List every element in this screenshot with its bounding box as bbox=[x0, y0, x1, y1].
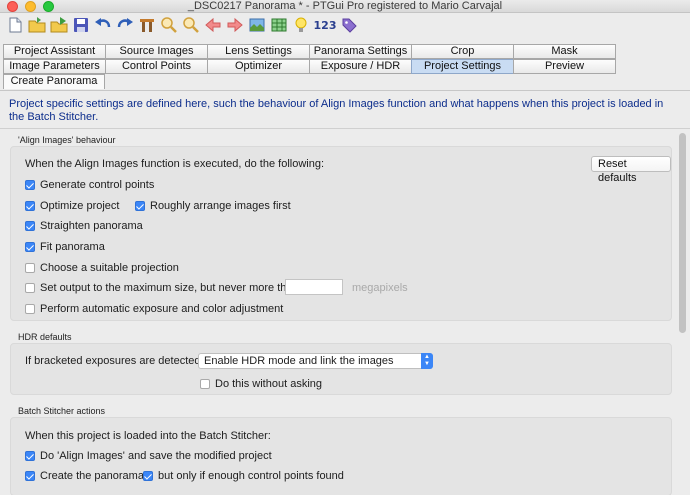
window-title: _DSC0217 Panorama * - PTGui Pro register… bbox=[187, 0, 503, 12]
only-if-enough-cp-checkbox[interactable]: but only if enough control points found bbox=[143, 470, 344, 482]
undo-icon[interactable] bbox=[93, 15, 113, 35]
megapixels-input[interactable] bbox=[285, 279, 343, 295]
tab-control-points[interactable]: Control Points bbox=[105, 59, 207, 74]
adjust-icon[interactable] bbox=[137, 15, 157, 35]
checkbox-unchecked[interactable] bbox=[25, 304, 35, 314]
hdr-mode-value: Enable HDR mode and link the images bbox=[204, 355, 394, 367]
tag-icon[interactable] bbox=[339, 15, 359, 35]
select-arrows-icon: ▲ ▼ bbox=[421, 353, 433, 369]
checkbox-label: Fit panorama bbox=[40, 241, 105, 253]
zoom-out-icon[interactable] bbox=[181, 15, 201, 35]
checkbox-checked[interactable] bbox=[143, 471, 153, 481]
redo-icon[interactable] bbox=[115, 15, 135, 35]
do-align-checkbox[interactable]: Do 'Align Images' and save the modified … bbox=[25, 450, 272, 462]
tab-crop[interactable]: Crop bbox=[411, 44, 513, 59]
tab-create-panorama[interactable]: Create Panorama bbox=[3, 74, 105, 89]
tab-lens-settings[interactable]: Lens Settings bbox=[207, 44, 309, 59]
tab-source-images[interactable]: Source Images bbox=[105, 44, 207, 59]
checkbox-label: Choose a suitable projection bbox=[40, 262, 179, 274]
generate-control-points-checkbox[interactable]: Generate control points bbox=[25, 179, 154, 191]
title-bar: _DSC0217 Panorama * - PTGui Pro register… bbox=[0, 0, 690, 13]
checkbox-label: but only if enough control points found bbox=[158, 470, 344, 482]
checkbox-label: Do this without asking bbox=[215, 378, 322, 390]
tab-preview[interactable]: Preview bbox=[513, 59, 616, 74]
tab-panorama-settings[interactable]: Panorama Settings bbox=[309, 44, 411, 59]
align-heading: When the Align Images function is execut… bbox=[25, 158, 325, 170]
align-section-label: 'Align Images' behaviour bbox=[18, 135, 116, 145]
checkbox-checked[interactable] bbox=[135, 201, 145, 211]
tab-project-settings[interactable]: Project Settings bbox=[411, 59, 513, 74]
checkbox-label: Create the panorama bbox=[40, 470, 144, 482]
checkbox-label: Generate control points bbox=[40, 179, 155, 191]
tab-image-parameters[interactable]: Image Parameters bbox=[3, 59, 105, 74]
checkbox-checked[interactable] bbox=[25, 221, 35, 231]
checkbox-checked[interactable] bbox=[25, 451, 35, 461]
open-folder-icon[interactable] bbox=[27, 15, 47, 35]
table-icon[interactable] bbox=[269, 15, 289, 35]
tab-project-assistant[interactable]: Project Assistant bbox=[3, 44, 105, 59]
lightbulb-icon[interactable] bbox=[291, 15, 311, 35]
checkbox-unchecked[interactable] bbox=[25, 263, 35, 273]
checkbox-checked[interactable] bbox=[25, 242, 35, 252]
project-settings-panel: Project specific settings are defined he… bbox=[0, 90, 690, 495]
optimize-project-checkbox[interactable]: Optimize project bbox=[25, 200, 119, 212]
hdr-mode-select[interactable]: Enable HDR mode and link the images ▲ ▼ bbox=[198, 353, 433, 369]
batch-heading: When this project is loaded into the Bat… bbox=[25, 430, 271, 442]
rough-arrange-checkbox[interactable]: Roughly arrange images first bbox=[135, 200, 291, 212]
reset-defaults-button[interactable]: Reset defaults bbox=[591, 156, 671, 184]
align-group: When the Align Images function is execut… bbox=[10, 146, 672, 321]
scrollbar-thumb[interactable] bbox=[679, 133, 686, 333]
previous-icon[interactable] bbox=[203, 15, 223, 35]
auto-exposure-checkbox[interactable]: Perform automatic exposure and color adj… bbox=[25, 303, 283, 315]
straighten-panorama-checkbox[interactable]: Straighten panorama bbox=[25, 220, 143, 232]
divider bbox=[0, 128, 690, 129]
zoom-in-icon[interactable] bbox=[159, 15, 179, 35]
checkbox-checked[interactable] bbox=[25, 471, 35, 481]
checkbox-label: Straighten panorama bbox=[40, 220, 143, 232]
checkbox-checked[interactable] bbox=[25, 201, 35, 211]
checkbox-label: Perform automatic exposure and color adj… bbox=[40, 303, 284, 315]
checkbox-label: Roughly arrange images first bbox=[150, 200, 291, 212]
create-panorama-checkbox[interactable]: Create the panorama bbox=[25, 470, 144, 482]
max-size-checkbox[interactable]: Set output to the maximum size, but neve… bbox=[25, 282, 299, 294]
tab-mask[interactable]: Mask bbox=[513, 44, 616, 59]
megapixels-label: megapixels bbox=[352, 282, 408, 294]
no-ask-checkbox[interactable]: Do this without asking bbox=[200, 378, 322, 390]
settings-description: Project specific settings are defined he… bbox=[9, 98, 664, 123]
panorama-editor-icon[interactable] bbox=[247, 15, 267, 35]
toolbar: 123 bbox=[0, 13, 690, 37]
checkbox-label: Optimize project bbox=[40, 200, 120, 212]
choose-projection-checkbox[interactable]: Choose a suitable projection bbox=[25, 262, 179, 274]
bracketed-label: If bracketed exposures are detected: bbox=[25, 355, 204, 367]
numbering-icon[interactable]: 123 bbox=[313, 15, 337, 35]
batch-section-label: Batch Stitcher actions bbox=[18, 406, 106, 416]
hdr-section-label: HDR defaults bbox=[18, 332, 72, 342]
checkbox-label: Do 'Align Images' and save the modified … bbox=[40, 450, 272, 462]
save-icon[interactable] bbox=[71, 15, 91, 35]
checkbox-checked[interactable] bbox=[25, 180, 35, 190]
tab-optimizer[interactable]: Optimizer bbox=[207, 59, 309, 74]
checkbox-label: Set output to the maximum size, but neve… bbox=[40, 282, 299, 294]
new-document-icon[interactable] bbox=[5, 15, 25, 35]
checkbox-unchecked[interactable] bbox=[25, 283, 35, 293]
checkbox-unchecked[interactable] bbox=[200, 379, 210, 389]
hdr-group: If bracketed exposures are detected: Ena… bbox=[10, 343, 672, 395]
fit-panorama-checkbox[interactable]: Fit panorama bbox=[25, 241, 105, 253]
batch-group: When this project is loaded into the Bat… bbox=[10, 417, 672, 495]
next-icon[interactable] bbox=[225, 15, 245, 35]
open-image-icon[interactable] bbox=[49, 15, 69, 35]
tab-exposure-hdr[interactable]: Exposure / HDR bbox=[309, 59, 411, 74]
tab-bar: Project Assistant Source Images Lens Set… bbox=[3, 44, 616, 89]
vertical-scrollbar[interactable] bbox=[678, 129, 687, 491]
